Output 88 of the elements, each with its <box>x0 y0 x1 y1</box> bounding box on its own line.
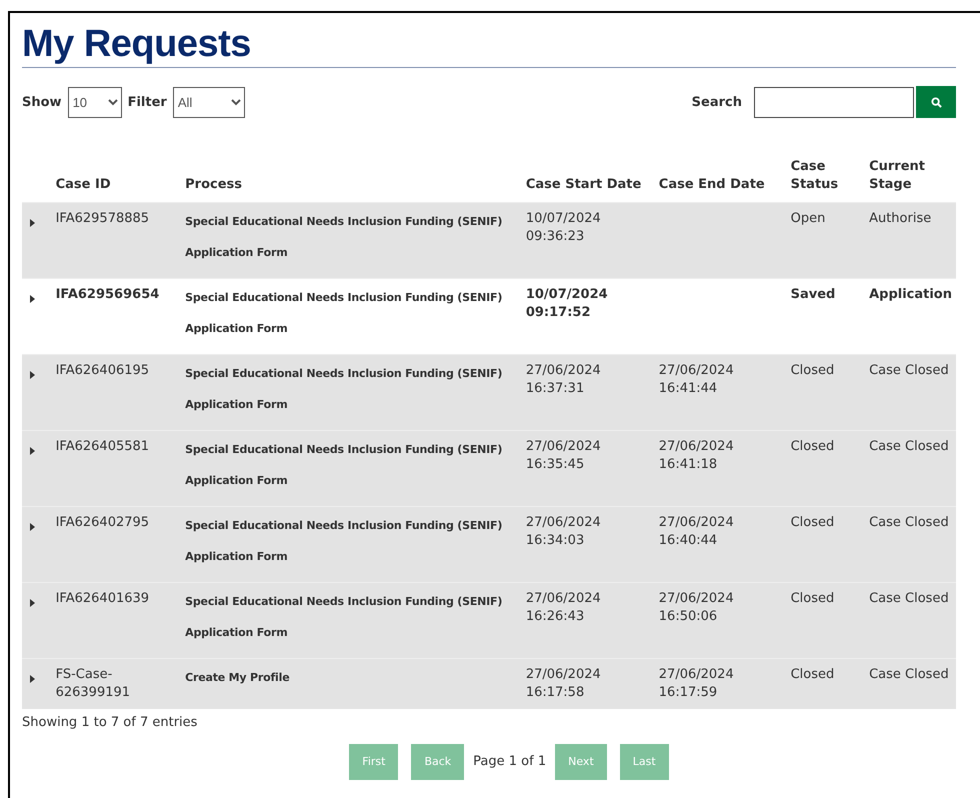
current-stage: Case Closed <box>869 439 949 454</box>
case-id: IFA626401639 <box>56 591 150 606</box>
current-stage: Case Closed <box>869 667 949 682</box>
expand-caret-icon[interactable] <box>30 219 35 227</box>
case-status: Saved <box>790 287 836 302</box>
search-label: Search <box>692 94 742 110</box>
expand-caret-icon[interactable] <box>30 599 35 607</box>
case-status: Closed <box>790 591 834 606</box>
column-header[interactable]: Case Status <box>786 158 866 202</box>
column-header[interactable]: Process <box>181 158 522 202</box>
current-stage: Case Closed <box>869 515 949 530</box>
search-icon <box>930 96 942 108</box>
start-date: 27/06/2024 <box>526 514 602 532</box>
column-header[interactable]: Case End Date <box>654 158 787 202</box>
process-name: Application Form <box>185 626 288 640</box>
case-id: IFA629569654 <box>56 287 160 302</box>
column-header[interactable]: Case Start Date <box>522 158 655 202</box>
start-date: 10/07/2024 <box>526 286 609 304</box>
filter-label: Filter <box>128 94 167 110</box>
process-name: Application Form <box>185 550 288 564</box>
start-date: 16:37:31 <box>526 380 586 398</box>
page-title: My Requests <box>22 23 956 68</box>
table-row[interactable]: IFA626402795 Special Educational Needs Inclusion Funding (SENIF) Application Form 27/06/2024 16:34:03 27/06/2024 16:40:44 Closed Case Closed <box>22 506 956 582</box>
case-id: IFA629578885 <box>56 211 150 226</box>
end-date: 16:41:18 <box>658 456 718 474</box>
process-name: Special Educational Needs Inclusion Funding (SENIF) <box>185 215 504 229</box>
case-id: IFA626405581 <box>56 439 150 454</box>
current-stage: Case Closed <box>869 363 949 378</box>
column-header[interactable]: Current Stage <box>865 158 956 202</box>
end-date: 16:40:44 <box>658 532 718 550</box>
start-date: 16:17:58 <box>526 684 586 702</box>
start-date: 09:17:52 <box>526 304 592 322</box>
process-name: Special Educational Needs Inclusion Funding (SENIF) <box>185 443 504 457</box>
entries-summary: Showing 1 to 7 of 7 entries <box>22 714 198 730</box>
process-name: Application Form <box>185 246 288 260</box>
start-date: 27/06/2024 <box>526 590 602 608</box>
process-name: Application Form <box>185 398 288 412</box>
start-date: 09:36:23 <box>526 228 586 246</box>
end-date: 27/06/2024 <box>658 666 735 684</box>
end-date: 16:41:44 <box>658 380 718 398</box>
expand-caret-icon[interactable] <box>30 371 35 379</box>
start-date: 16:35:45 <box>526 456 586 474</box>
page-size-select[interactable]: 10 <box>68 86 122 118</box>
end-date: 27/06/2024 <box>658 438 735 456</box>
end-date: 27/06/2024 <box>658 362 735 380</box>
end-date: 27/06/2024 <box>658 590 735 608</box>
end-date: 27/06/2024 <box>658 514 735 532</box>
process-name: Special Educational Needs Inclusion Funding (SENIF) <box>185 291 504 305</box>
current-stage: Authorise <box>869 211 932 226</box>
table-row[interactable]: FS-Case-626399191 Create My Profile 27/06/2024 16:17:58 27/06/2024 16:17:59 Closed Case Closed <box>22 658 956 708</box>
start-date: 27/06/2024 <box>526 666 602 684</box>
expand-caret-icon[interactable] <box>30 295 35 303</box>
process-name: Create My Profile <box>185 671 290 685</box>
case-status: Closed <box>790 363 834 378</box>
expand-caret-icon[interactable] <box>30 675 35 683</box>
current-stage: Application <box>869 287 952 302</box>
page-indicator: Page 1 of 1 <box>473 754 546 769</box>
case-status: Open <box>790 211 826 226</box>
filter-select[interactable]: All <box>172 86 245 118</box>
case-status: Closed <box>790 515 834 530</box>
column-header[interactable]: Case ID <box>52 158 182 202</box>
process-name: Application Form <box>185 474 288 488</box>
process-name: Special Educational Needs Inclusion Funding (SENIF) <box>185 595 504 609</box>
start-date: 16:26:43 <box>526 608 586 626</box>
start-date: 16:34:03 <box>526 532 586 550</box>
case-id: IFA626402795 <box>56 515 150 530</box>
start-date: 27/06/2024 <box>526 362 602 380</box>
process-name: Application Form <box>185 322 288 336</box>
case-id: FS-Case-626399191 <box>56 667 130 700</box>
start-date: 10/07/2024 <box>526 210 602 228</box>
table-row[interactable]: IFA626405581 Special Educational Needs Inclusion Funding (SENIF) Application Form 27/06/2024 16:35:45 27/06/2024 16:41:18 Closed Case Closed <box>22 430 956 506</box>
start-date: 27/06/2024 <box>526 438 602 456</box>
search-button[interactable] <box>916 86 956 118</box>
case-status: Closed <box>790 667 834 682</box>
search-field[interactable] <box>754 86 914 118</box>
process-name: Special Educational Needs Inclusion Funding (SENIF) <box>185 367 504 381</box>
expand-caret-icon[interactable] <box>30 447 35 455</box>
end-date: 16:17:59 <box>658 684 718 702</box>
table-row[interactable]: IFA626406195 Special Educational Needs Inclusion Funding (SENIF) Application Form 27/06/2024 16:37:31 27/06/2024 16:41:44 Closed Case Closed <box>22 354 956 430</box>
table-row[interactable]: IFA629569654 Special Educational Needs Inclusion Funding (SENIF) Application Form 10/07/2024 09:17:52 Saved Application <box>22 278 956 354</box>
expand-caret-icon[interactable] <box>30 523 35 531</box>
case-id: IFA626406195 <box>56 363 150 378</box>
table-row[interactable]: IFA626401639 Special Educational Needs Inclusion Funding (SENIF) Application Form 27/06/2024 16:26:43 27/06/2024 16:50:06 Closed Case Closed <box>22 582 956 658</box>
case-status: Closed <box>790 439 834 454</box>
end-date: 16:50:06 <box>658 608 718 626</box>
show-label: Show <box>22 94 62 110</box>
process-name: Special Educational Needs Inclusion Funding (SENIF) <box>185 519 504 533</box>
current-stage: Case Closed <box>869 591 949 606</box>
